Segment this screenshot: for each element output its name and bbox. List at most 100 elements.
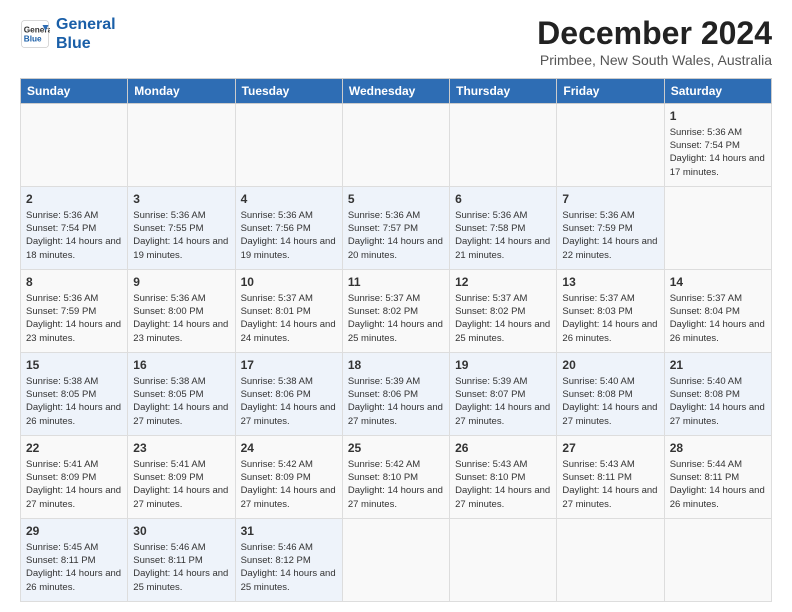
main-title: December 2024 [537, 15, 772, 52]
calendar-cell: 8Sunrise: 5:36 AMSunset: 7:59 PMDaylight… [21, 270, 128, 353]
sunset-text: Sunset: 8:09 PM [133, 472, 203, 483]
sunrise-text: Sunrise: 5:41 AM [133, 459, 205, 470]
sunrise-text: Sunrise: 5:46 AM [133, 542, 205, 553]
sunset-text: Sunset: 8:11 PM [133, 555, 203, 566]
calendar-cell [557, 104, 664, 187]
daylight-text: Daylight: 14 hours and 27 minutes. [133, 485, 228, 509]
week-row-4: 15Sunrise: 5:38 AMSunset: 8:05 PMDayligh… [21, 353, 772, 436]
col-header-monday: Monday [128, 79, 235, 104]
sunset-text: Sunset: 8:10 PM [455, 472, 525, 483]
day-number: 3 [133, 191, 229, 208]
day-number: 17 [241, 357, 337, 374]
calendar-cell: 22Sunrise: 5:41 AMSunset: 8:09 PMDayligh… [21, 436, 128, 519]
calendar-cell: 28 Sunrise: 5:44 AM Sunset: 8:11 PM Dayligh… [664, 436, 771, 519]
sunset-text: Sunset: 8:10 PM [348, 472, 418, 483]
day-number: 6 [455, 191, 551, 208]
page: General Blue General Blue December 2024 … [0, 0, 792, 612]
day-number: 16 [133, 357, 229, 374]
sunset-text: Sunset: 8:11 PM [26, 555, 96, 566]
calendar-cell [450, 519, 557, 602]
sunset-text: Sunset: 8:02 PM [348, 306, 418, 317]
day-number: 21 [670, 357, 766, 374]
day-number: 30 [133, 523, 229, 540]
day-number: 9 [133, 274, 229, 291]
calendar-cell [557, 519, 664, 602]
sunset-text: Sunset: 8:11 PM [562, 472, 632, 483]
calendar-cell: 13Sunrise: 5:37 AMSunset: 8:03 PMDayligh… [557, 270, 664, 353]
day-number: 23 [133, 440, 229, 457]
sunrise-text: Sunrise: 5:43 AM [455, 459, 527, 470]
sunset-text: Sunset: 7:59 PM [562, 223, 632, 234]
sunset-text: Sunset: 8:12 PM [241, 555, 311, 566]
day-number: 13 [562, 274, 658, 291]
sunset-text: Sunset: 8:11 PM [670, 472, 740, 483]
daylight-text: Daylight: 14 hours and 19 minutes. [133, 236, 228, 260]
sunrise-text: Sunrise: 5:37 AM [241, 293, 313, 304]
calendar-cell: 5Sunrise: 5:36 AMSunset: 7:57 PMDaylight… [342, 187, 449, 270]
daylight-text: Daylight: 14 hours and 27 minutes. [133, 402, 228, 426]
logo-text: General Blue [56, 15, 116, 53]
sunrise-text: Sunrise: 5:44 AM [670, 459, 742, 470]
daylight-text: Daylight: 14 hours and 26 minutes. [670, 319, 765, 343]
col-header-wednesday: Wednesday [342, 79, 449, 104]
sunrise-text: Sunrise: 5:42 AM [241, 459, 313, 470]
daylight-text: Daylight: 14 hours and 25 minutes. [133, 568, 228, 592]
week-row-2: 2Sunrise: 5:36 AMSunset: 7:54 PMDaylight… [21, 187, 772, 270]
day-number: 10 [241, 274, 337, 291]
day-number: 18 [348, 357, 444, 374]
sunrise-text: Sunrise: 5:41 AM [26, 459, 98, 470]
sunset-text: Sunset: 8:06 PM [241, 389, 311, 400]
calendar-cell: 3Sunrise: 5:36 AMSunset: 7:55 PMDaylight… [128, 187, 235, 270]
calendar-cell [342, 104, 449, 187]
daylight-text: Daylight: 14 hours and 22 minutes. [562, 236, 657, 260]
sunset-text: Sunset: 8:08 PM [670, 389, 740, 400]
daylight-text: Daylight: 14 hours and 26 minutes. [26, 402, 121, 426]
calendar-cell [235, 104, 342, 187]
sunrise-text: Sunrise: 5:40 AM [670, 376, 742, 387]
daylight-text: Daylight: 14 hours and 26 minutes. [562, 319, 657, 343]
day-number: 29 [26, 523, 122, 540]
week-row-3: 8Sunrise: 5:36 AMSunset: 7:59 PMDaylight… [21, 270, 772, 353]
col-header-tuesday: Tuesday [235, 79, 342, 104]
sunrise-text: Sunrise: 5:40 AM [562, 376, 634, 387]
col-header-thursday: Thursday [450, 79, 557, 104]
calendar-cell: 14Sunrise: 5:37 AMSunset: 8:04 PMDayligh… [664, 270, 771, 353]
day-number: 27 [562, 440, 658, 457]
calendar-cell: 26 Sunrise: 5:43 AM Sunset: 8:10 PM Dayligh… [450, 436, 557, 519]
calendar-cell [664, 519, 771, 602]
daylight-text: Daylight: 14 hours and 26 minutes. [670, 485, 765, 509]
sunset-text: Sunset: 8:08 PM [562, 389, 632, 400]
sunrise-text: Sunrise: 5:38 AM [241, 376, 313, 387]
week-row-6: 29Sunrise: 5:45 AMSunset: 8:11 PMDayligh… [21, 519, 772, 602]
sunrise-text: Sunrise: 5:43 AM [562, 459, 634, 470]
day-number: 28 [670, 440, 766, 457]
calendar-cell: 16Sunrise: 5:38 AMSunset: 8:05 PMDayligh… [128, 353, 235, 436]
daylight-text: Daylight: 14 hours and 23 minutes. [26, 319, 121, 343]
calendar-cell: 18Sunrise: 5:39 AMSunset: 8:06 PMDayligh… [342, 353, 449, 436]
daylight-text: Daylight: 14 hours and 27 minutes. [562, 485, 657, 509]
daylight-text: Daylight: 14 hours and 20 minutes. [348, 236, 443, 260]
sunset-text: Sunset: 7:59 PM [26, 306, 96, 317]
sunset-text: Sunset: 8:09 PM [26, 472, 96, 483]
col-header-saturday: Saturday [664, 79, 771, 104]
svg-text:Blue: Blue [24, 35, 42, 44]
day-number: 15 [26, 357, 122, 374]
sunset-text: Sunset: 7:58 PM [455, 223, 525, 234]
calendar-cell: 15Sunrise: 5:38 AMSunset: 8:05 PMDayligh… [21, 353, 128, 436]
daylight-text: Daylight: 14 hours and 23 minutes. [133, 319, 228, 343]
sunrise-text: Sunrise: 5:37 AM [455, 293, 527, 304]
day-number: 22 [26, 440, 122, 457]
day-number: 26 [455, 440, 551, 457]
sunset-text: Sunset: 8:04 PM [670, 306, 740, 317]
sunset-text: Sunset: 8:09 PM [241, 472, 311, 483]
sunset-text: Sunset: 8:00 PM [133, 306, 203, 317]
calendar-cell: 20Sunrise: 5:40 AMSunset: 8:08 PMDayligh… [557, 353, 664, 436]
calendar-cell: 25Sunrise: 5:42 AMSunset: 8:10 PMDayligh… [342, 436, 449, 519]
calendar-cell: 30 Sunrise: 5:46 AM Sunset: 8:11 PM Dayligh… [128, 519, 235, 602]
daylight-text: Daylight: 14 hours and 27 minutes. [455, 485, 550, 509]
sunrise-text: Sunrise: 5:36 AM [455, 210, 527, 221]
daylight-text: Daylight: 14 hours and 18 minutes. [26, 236, 121, 260]
col-header-friday: Friday [557, 79, 664, 104]
header: General Blue General Blue December 2024 … [20, 15, 772, 68]
sunset-text: Sunset: 8:01 PM [241, 306, 311, 317]
